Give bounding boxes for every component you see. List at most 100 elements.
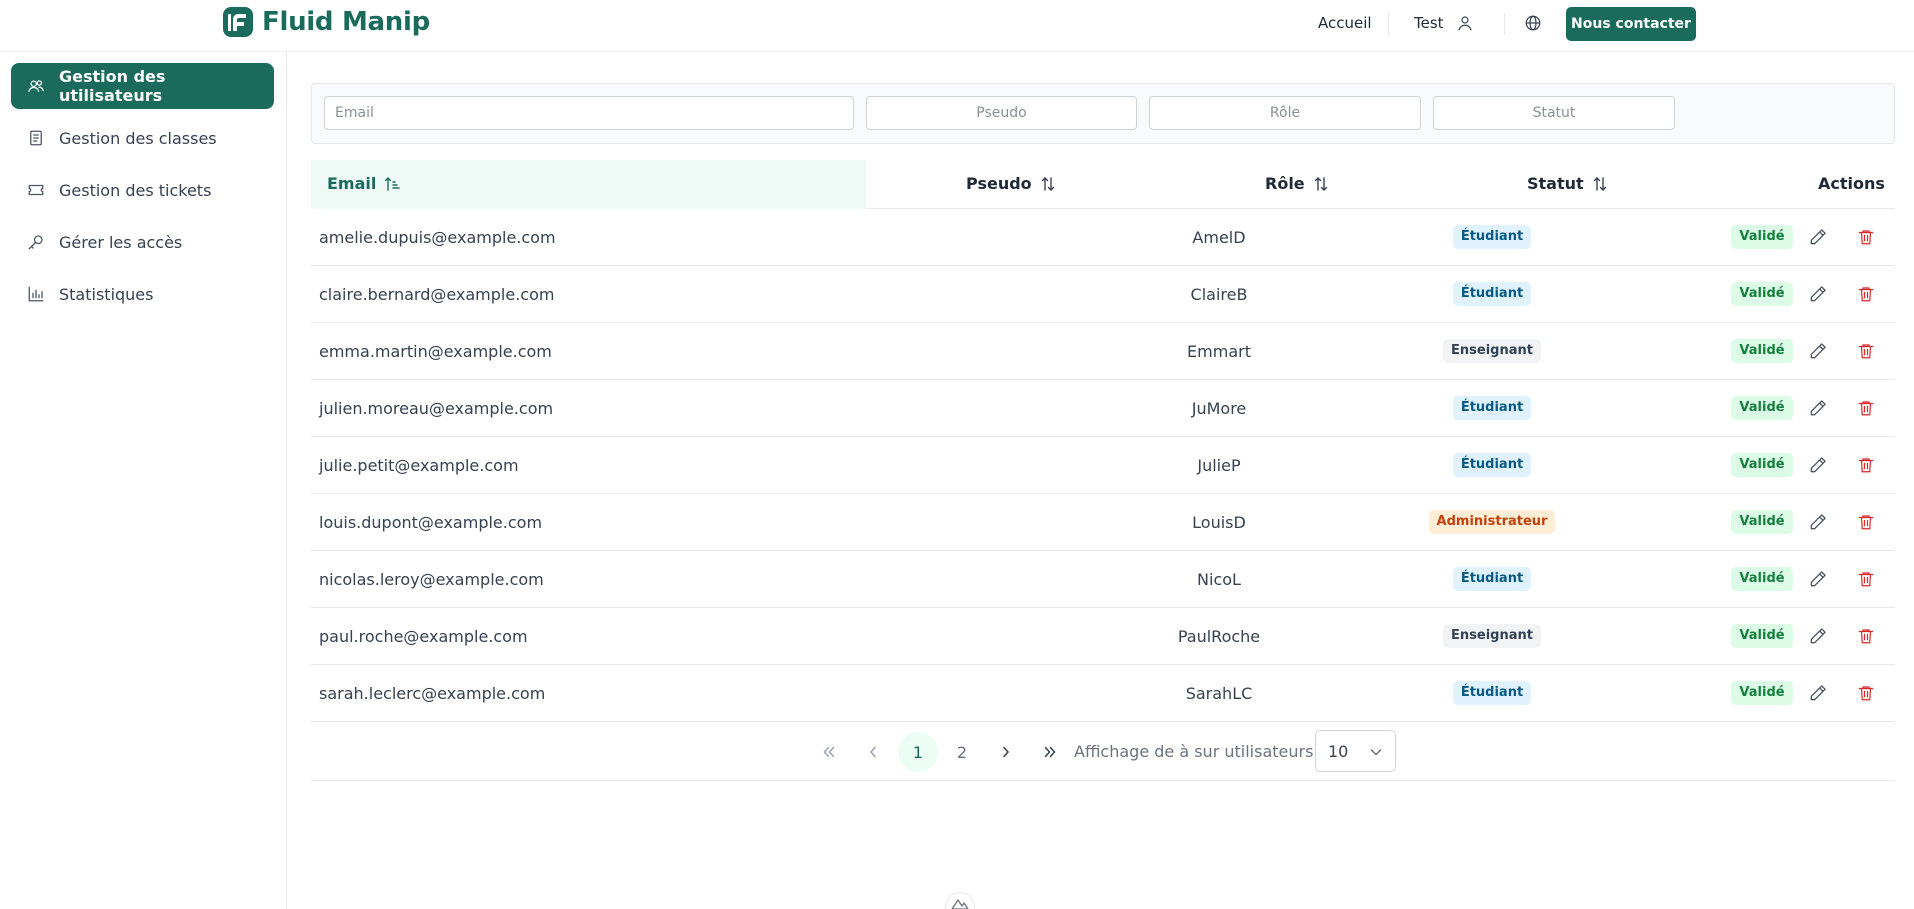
chevron-right-icon — [1003, 746, 1010, 758]
edit-icon[interactable] — [1808, 341, 1828, 361]
table-row[interactable]: amelie.dupuis@example.com AmelD Étudiant… — [311, 209, 1895, 266]
edit-icon[interactable] — [1808, 569, 1828, 589]
table-row[interactable]: nicolas.leroy@example.com NicoL Étudiant… — [311, 551, 1895, 608]
edit-icon[interactable] — [1808, 626, 1828, 646]
delete-icon[interactable] — [1857, 569, 1875, 589]
table-row[interactable]: julie.petit@example.com JulieP Étudiant … — [311, 437, 1895, 494]
status-badge: Validé — [1731, 680, 1793, 706]
edit-icon[interactable] — [1808, 227, 1828, 247]
chevron-left-icon — [869, 746, 876, 758]
devtools-toggle-button[interactable] — [945, 892, 975, 909]
email-cell: sarah.leclerc@example.com — [319, 683, 546, 703]
globe-icon — [1525, 15, 1541, 31]
sidebar-item-label: Gestion des classes — [59, 128, 217, 148]
delete-icon[interactable] — [1857, 512, 1875, 532]
ticket-icon — [28, 184, 44, 196]
chevrons-right-icon — [1044, 746, 1056, 758]
email-cell: julien.moreau@example.com — [319, 398, 554, 418]
role-badge: Enseignant — [1443, 338, 1541, 364]
chevron-down-icon — [1370, 749, 1382, 756]
book-icon — [30, 130, 42, 146]
last-page-button[interactable] — [1030, 732, 1070, 772]
role-badge: Administrateur — [1428, 509, 1556, 535]
nav-user-menu[interactable]: Test — [1414, 0, 1474, 46]
sidebar: Gestion des utilisateurs Gestion des cla… — [0, 52, 287, 909]
filter-bar — [311, 83, 1895, 144]
pseudo-filter-input[interactable] — [866, 96, 1137, 130]
table-row[interactable]: sarah.leclerc@example.com SarahLC Étudia… — [311, 665, 1895, 722]
sort-icon — [1593, 176, 1606, 191]
sidebar-item-users[interactable]: Gestion des utilisateurs — [11, 63, 274, 109]
email-cell: emma.martin@example.com — [319, 341, 552, 361]
sidebar-item-tickets[interactable]: Gestion des tickets — [11, 167, 274, 213]
chevrons-left-icon — [823, 746, 835, 758]
delete-icon[interactable] — [1857, 626, 1875, 646]
table-row[interactable]: paul.roche@example.com PaulRoche Enseign… — [311, 608, 1895, 665]
sidebar-item-access[interactable]: Gérer les accès — [11, 219, 274, 265]
column-header-role[interactable]: Rôle — [1265, 158, 1329, 209]
status-badge: Validé — [1731, 338, 1793, 364]
table-header: Email Pseudo Rôle Statut Actions — [311, 158, 1895, 209]
delete-icon[interactable] — [1857, 284, 1875, 304]
role-filter-input[interactable] — [1149, 96, 1421, 130]
page-1-button[interactable]: 1 — [898, 732, 938, 772]
logo-mark-icon — [223, 7, 253, 37]
sidebar-item-statistics[interactable]: Statistiques — [11, 271, 274, 317]
sidebar-item-label: Statistiques — [59, 284, 154, 304]
pagination: 1 2 Affichage de à sur utilisateurs 10 — [311, 722, 1895, 781]
sort-ascending-icon — [385, 176, 401, 191]
table-row[interactable]: claire.bernard@example.com ClaireB Étudi… — [311, 266, 1895, 323]
column-header-label: Actions — [1818, 174, 1885, 193]
column-header-pseudo[interactable]: Pseudo — [966, 158, 1056, 209]
role-badge: Étudiant — [1452, 224, 1532, 250]
contact-button[interactable]: Nous contacter — [1566, 7, 1696, 41]
table-row[interactable]: emma.martin@example.com Emmart Enseignan… — [311, 323, 1895, 380]
table-row[interactable]: louis.dupont@example.com LouisD Administ… — [311, 494, 1895, 551]
role-badge: Étudiant — [1452, 680, 1532, 706]
sidebar-item-classes[interactable]: Gestion des classes — [11, 115, 274, 161]
page-2-button[interactable]: 2 — [942, 732, 982, 772]
page-size-value: 10 — [1328, 741, 1349, 761]
role-badge: Étudiant — [1452, 452, 1532, 478]
table-row[interactable]: julien.moreau@example.com JuMore Étudian… — [311, 380, 1895, 437]
edit-icon[interactable] — [1808, 398, 1828, 418]
edit-icon[interactable] — [1808, 683, 1828, 703]
role-badge: Étudiant — [1452, 566, 1532, 592]
next-page-button[interactable] — [986, 732, 1026, 772]
first-page-button[interactable] — [809, 732, 849, 772]
edit-icon[interactable] — [1808, 284, 1828, 304]
delete-icon[interactable] — [1857, 455, 1875, 475]
pagination-info: Affichage de à sur utilisateurs — [1074, 742, 1314, 761]
pseudo-cell: LouisD — [1192, 512, 1246, 532]
email-cell: claire.bernard@example.com — [319, 284, 555, 304]
column-header-status[interactable]: Statut — [1527, 158, 1608, 209]
status-badge: Validé — [1731, 623, 1793, 649]
sidebar-item-label: Gestion des utilisateurs — [59, 67, 166, 105]
column-header-label: Pseudo — [966, 174, 1032, 193]
email-filter-input[interactable] — [324, 96, 854, 130]
page-size-select[interactable]: 10 — [1315, 730, 1396, 772]
delete-icon[interactable] — [1857, 683, 1875, 703]
column-header-email[interactable]: Email — [327, 158, 401, 209]
brand-logo[interactable]: Fluid Manip — [222, 6, 430, 38]
nav-user-label: Test — [1414, 14, 1444, 32]
nav-home-link[interactable]: Accueil — [1318, 0, 1372, 46]
pseudo-cell: JulieP — [1197, 455, 1241, 475]
email-cell: louis.dupont@example.com — [319, 512, 543, 532]
sort-icon — [1314, 176, 1327, 191]
pseudo-cell: SarahLC — [1185, 683, 1253, 703]
sort-icon — [1041, 176, 1054, 191]
language-switcher[interactable] — [1524, 0, 1542, 46]
email-cell: julie.petit@example.com — [319, 455, 519, 475]
status-badge: Validé — [1731, 281, 1793, 307]
email-cell: paul.roche@example.com — [319, 626, 528, 646]
pseudo-cell: AmelD — [1192, 227, 1246, 247]
edit-icon[interactable] — [1808, 455, 1828, 475]
delete-icon[interactable] — [1857, 227, 1875, 247]
status-filter-input[interactable] — [1433, 96, 1675, 130]
delete-icon[interactable] — [1857, 341, 1875, 361]
delete-icon[interactable] — [1857, 398, 1875, 418]
edit-icon[interactable] — [1808, 512, 1828, 532]
previous-page-button[interactable] — [853, 732, 893, 772]
nav-divider — [1504, 13, 1505, 35]
